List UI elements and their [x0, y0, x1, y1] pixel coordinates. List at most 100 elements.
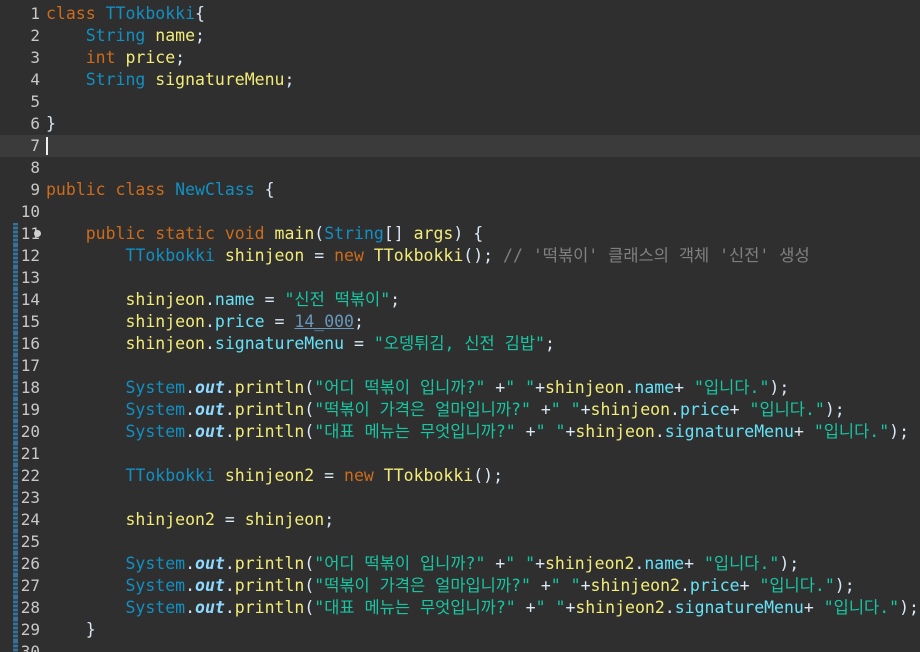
line-number: 29 [20, 620, 40, 639]
code-line[interactable]: 17 [0, 355, 920, 377]
code-line[interactable]: 16 shinjeon.signatureMenu = "오뎅튀김, 신전 김밥… [0, 333, 920, 355]
code-line[interactable]: 10 [0, 201, 920, 223]
code-token: main [274, 224, 315, 243]
code-token: "신전 떡볶이" [284, 290, 391, 309]
line-number: 2 [30, 26, 40, 45]
code-token: "어디 떡볶이 입니까?" [314, 554, 486, 573]
code-line[interactable]: 12 TTokbokki shinjeon = new TTokbokki();… [0, 245, 920, 267]
code-token: . [224, 400, 235, 419]
code-token: + [565, 598, 576, 617]
code-line[interactable]: 1 class TTokbokki{ [0, 3, 920, 25]
code-token: println [234, 576, 305, 595]
code-token: ); [834, 576, 855, 595]
code-line[interactable]: 20 System.out.println("대표 메뉴는 무엇입니까?" +"… [0, 421, 920, 443]
code-token: = [344, 334, 374, 353]
code-token: . [185, 598, 196, 617]
code-line[interactable]: 9 public class NewClass { [0, 179, 920, 201]
line-number: 13 [20, 268, 40, 287]
code-token: shinjeon [125, 290, 205, 309]
code-line[interactable]: 22 TTokbokki shinjeon2 = new TTokbokki()… [0, 465, 920, 487]
code-line[interactable]: 14 shinjeon.name = "신전 떡볶이"; [0, 289, 920, 311]
code-token: + [530, 400, 551, 419]
code-token: . [624, 378, 635, 397]
code-line[interactable]: 7 [0, 135, 920, 157]
code-line[interactable]: 21 [0, 443, 920, 465]
code-token: System [125, 576, 186, 595]
code-token: + [485, 554, 506, 573]
code-line[interactable]: 11 public static void main(String[] args… [0, 223, 920, 245]
code-token: out [195, 378, 225, 397]
code-line[interactable]: 13 [0, 267, 920, 289]
code-token: + [535, 378, 545, 397]
line-number: 16 [20, 334, 40, 353]
code-token: out [195, 598, 225, 617]
code-editor[interactable]: 1 class TTokbokki{2 String name; 3 int pri… [0, 0, 920, 652]
code-token: + [739, 576, 760, 595]
line-code: class TTokbokki{ [46, 3, 205, 25]
code-token: ; [390, 290, 401, 309]
code-token: shinjeon2 [224, 466, 315, 485]
code-line[interactable]: 29 } [0, 619, 920, 641]
code-token: println [234, 378, 305, 397]
code-token: out [195, 576, 225, 595]
line-number: 23 [20, 488, 40, 507]
code-token: ( [304, 598, 315, 617]
code-token: shinjeon2 [125, 510, 215, 529]
code-token: + [684, 554, 704, 573]
code-line[interactable]: 27 System.out.println("떡볶이 가격은 얼마입니까?" +… [0, 575, 920, 597]
code-token: shinjeon [244, 510, 325, 529]
code-line[interactable]: 15 shinjeon.price = 14_000; [0, 311, 920, 333]
code-token: ; [284, 70, 295, 89]
code-token: TTokbokki [383, 466, 474, 485]
code-line[interactable]: 24 shinjeon2 = shinjeon; [0, 509, 920, 531]
code-line[interactable]: 18 System.out.println("어디 떡볶이 입니까?" +" "… [0, 377, 920, 399]
code-line[interactable]: 19 System.out.println("떡볶이 가격은 얼마입니까?" +… [0, 399, 920, 421]
code-line[interactable]: 28 System.out.println("대표 메뉴는 무엇입니까?" +"… [0, 597, 920, 619]
line-code: public static void main(String[] args) { [46, 223, 483, 245]
line-code: int price; [46, 47, 185, 69]
code-line[interactable]: 30 [0, 641, 920, 652]
code-lines[interactable]: 1 class TTokbokki{2 String name; 3 int pri… [0, 3, 920, 652]
code-token: signatureMenu [664, 422, 794, 441]
code-token: // '떡볶이' 클래스의 객체 '신전' 생성 [503, 246, 810, 265]
fold-toggle-icon[interactable] [34, 230, 41, 237]
code-token: ; [195, 26, 205, 45]
code-line[interactable]: 26 System.out.println("어디 떡볶이 입니까?" +" "… [0, 553, 920, 575]
code-line[interactable]: 2 String name; [0, 25, 920, 47]
code-token: ; [175, 48, 186, 67]
line-code: } [46, 113, 56, 135]
code-token: 14_000 [294, 312, 354, 331]
code-token: "입니다." [823, 598, 900, 617]
line-code: System.out.println("대표 메뉴는 무엇입니까?" +" "+… [46, 597, 918, 619]
line-number: 17 [20, 356, 40, 375]
code-token: + [674, 378, 695, 397]
line-code: String name; [46, 25, 205, 47]
code-token: System [125, 554, 186, 573]
line-number: 25 [20, 532, 40, 551]
code-line[interactable]: 25 [0, 531, 920, 553]
code-token: . [224, 598, 235, 617]
code-token: (); [473, 466, 504, 485]
line-number: 27 [20, 576, 40, 595]
code-line[interactable]: 3 int price; [0, 47, 920, 69]
code-token: ) { [453, 224, 484, 243]
code-line[interactable]: 5 [0, 91, 920, 113]
code-line[interactable]: 23 [0, 487, 920, 509]
code-token: signatureMenu [155, 70, 285, 89]
line-code: System.out.println("어디 떡볶이 입니까?" +" "+sh… [46, 377, 789, 399]
code-line[interactable]: 8 [0, 157, 920, 179]
code-token: . [670, 400, 680, 419]
code-line[interactable]: 4 String signatureMenu; [0, 69, 920, 91]
line-number: 7 [30, 136, 40, 155]
code-token: shinjeon2 [575, 598, 665, 617]
code-line[interactable]: 6} [0, 113, 920, 135]
code-token: System [125, 378, 186, 397]
code-token: public [85, 224, 156, 243]
